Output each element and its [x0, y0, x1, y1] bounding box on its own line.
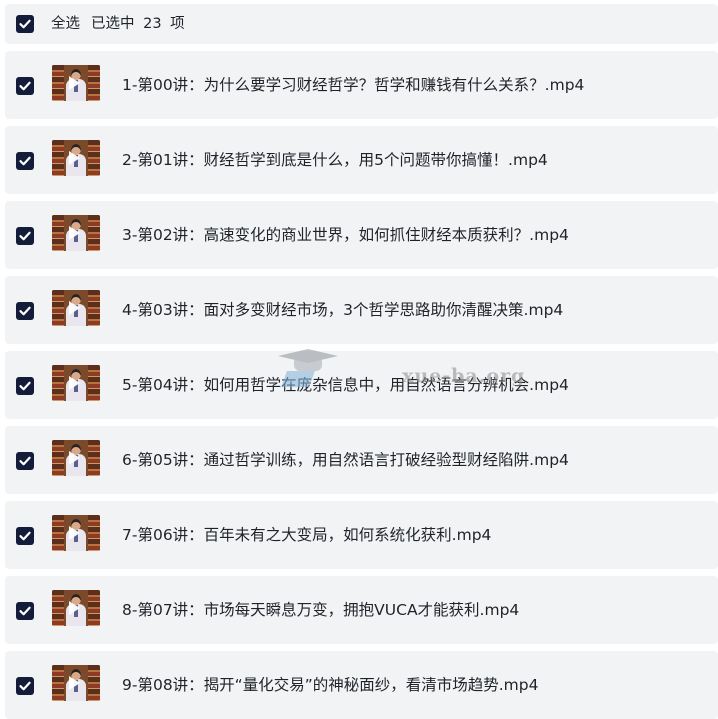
bookshelf-image — [88, 65, 100, 101]
file-checkbox[interactable] — [16, 677, 34, 695]
bookshelf-image — [52, 440, 64, 476]
video-thumbnail[interactable] — [52, 515, 100, 551]
video-thumbnail[interactable] — [52, 65, 100, 101]
checkmark-icon — [19, 19, 31, 29]
video-thumbnail[interactable] — [52, 215, 100, 251]
file-row[interactable]: 7-第06讲：百年未有之大变局，如何系统化获利.mp4 — [5, 501, 718, 569]
file-name[interactable]: 9-第08讲：揭开“量化交易”的神秘面纱，看清市场趋势.mp4 — [122, 675, 538, 695]
checkmark-icon — [19, 81, 31, 91]
bookshelf-image — [88, 290, 100, 326]
video-thumbnail[interactable] — [52, 290, 100, 326]
play-icon — [69, 676, 80, 690]
file-checkbox[interactable] — [16, 602, 34, 620]
video-thumbnail[interactable] — [52, 665, 100, 701]
video-thumbnail[interactable] — [52, 365, 100, 401]
play-icon — [69, 451, 80, 465]
file-row[interactable]: 6-第05讲：通过哲学训练，用自然语言打破经验型财经陷阱.mp4 — [5, 426, 718, 494]
bookshelf-image — [52, 215, 64, 251]
bookshelf-image — [52, 515, 64, 551]
play-icon — [69, 601, 80, 615]
play-icon — [69, 301, 80, 315]
file-checkbox[interactable] — [16, 227, 34, 245]
checkmark-icon — [19, 381, 31, 391]
play-icon — [69, 76, 80, 90]
select-all-label[interactable]: 全选 — [51, 15, 80, 33]
file-row[interactable]: 3-第02讲：高速变化的商业世界，如何抓住财经本质获利？.mp4 — [5, 201, 718, 269]
checkmark-icon — [19, 156, 31, 166]
file-checkbox[interactable] — [16, 527, 34, 545]
video-thumbnail[interactable] — [52, 590, 100, 626]
play-icon — [69, 376, 80, 390]
selected-count-text: 已选中 23 项 — [91, 16, 185, 32]
file-checkbox[interactable] — [16, 302, 34, 320]
bookshelf-image — [88, 515, 100, 551]
video-thumbnail[interactable] — [52, 140, 100, 176]
bookshelf-image — [88, 665, 100, 701]
bookshelf-image — [52, 590, 64, 626]
bookshelf-image — [52, 665, 64, 701]
file-row[interactable]: 1-第00讲：为什么要学习财经哲学？哲学和赚钱有什么关系？.mp4 — [5, 51, 718, 119]
checkmark-icon — [19, 531, 31, 541]
file-name[interactable]: 5-第04讲：如何用哲学在庞杂信息中，用自然语言分辨机会.mp4 — [122, 375, 569, 395]
bookshelf-image — [88, 140, 100, 176]
bookshelf-image — [88, 440, 100, 476]
bookshelf-image — [52, 365, 64, 401]
file-name[interactable]: 1-第00讲：为什么要学习财经哲学？哲学和赚钱有什么关系？.mp4 — [122, 75, 584, 95]
bookshelf-image — [88, 365, 100, 401]
checkmark-icon — [19, 606, 31, 616]
checkmark-icon — [19, 456, 31, 466]
play-icon — [69, 526, 80, 540]
file-row[interactable]: 8-第07讲：市场每天瞬息万变，拥抱VUCA才能获利.mp4 — [5, 576, 718, 644]
file-name[interactable]: 2-第01讲：财经哲学到底是什么，用5个问题带你搞懂！.mp4 — [122, 150, 548, 170]
file-row[interactable]: 4-第03讲：面对多变财经市场，3个哲学思路助你清醒决策.mp4 — [5, 276, 718, 344]
bookshelf-image — [88, 590, 100, 626]
select-all-checkbox[interactable] — [16, 15, 34, 33]
file-name[interactable]: 7-第06讲：百年未有之大变局，如何系统化获利.mp4 — [122, 525, 491, 545]
video-thumbnail[interactable] — [52, 440, 100, 476]
file-checkbox[interactable] — [16, 377, 34, 395]
checkmark-icon — [19, 306, 31, 316]
file-name[interactable]: 3-第02讲：高速变化的商业世界，如何抓住财经本质获利？.mp4 — [122, 225, 569, 245]
file-name[interactable]: 4-第03讲：面对多变财经市场，3个哲学思路助你清醒决策.mp4 — [122, 300, 563, 320]
play-icon — [69, 151, 80, 165]
bookshelf-image — [52, 140, 64, 176]
play-icon — [69, 226, 80, 240]
bookshelf-image — [52, 290, 64, 326]
file-name[interactable]: 8-第07讲：市场每天瞬息万变，拥抱VUCA才能获利.mp4 — [122, 600, 519, 620]
bookshelf-image — [52, 65, 64, 101]
file-checkbox[interactable] — [16, 452, 34, 470]
file-row[interactable]: 9-第08讲：揭开“量化交易”的神秘面纱，看清市场趋势.mp4 — [5, 651, 718, 719]
checkmark-icon — [19, 681, 31, 691]
file-row[interactable]: 5-第04讲：如何用哲学在庞杂信息中，用自然语言分辨机会.mp4 — [5, 351, 718, 419]
select-all-bar: 全选 已选中 23 项 — [5, 4, 718, 44]
file-checkbox[interactable] — [16, 77, 34, 95]
file-name[interactable]: 6-第05讲：通过哲学训练，用自然语言打破经验型财经陷阱.mp4 — [122, 450, 569, 470]
bookshelf-image — [88, 215, 100, 251]
file-row[interactable]: 2-第01讲：财经哲学到底是什么，用5个问题带你搞懂！.mp4 — [5, 126, 718, 194]
file-checkbox[interactable] — [16, 152, 34, 170]
checkmark-icon — [19, 231, 31, 241]
